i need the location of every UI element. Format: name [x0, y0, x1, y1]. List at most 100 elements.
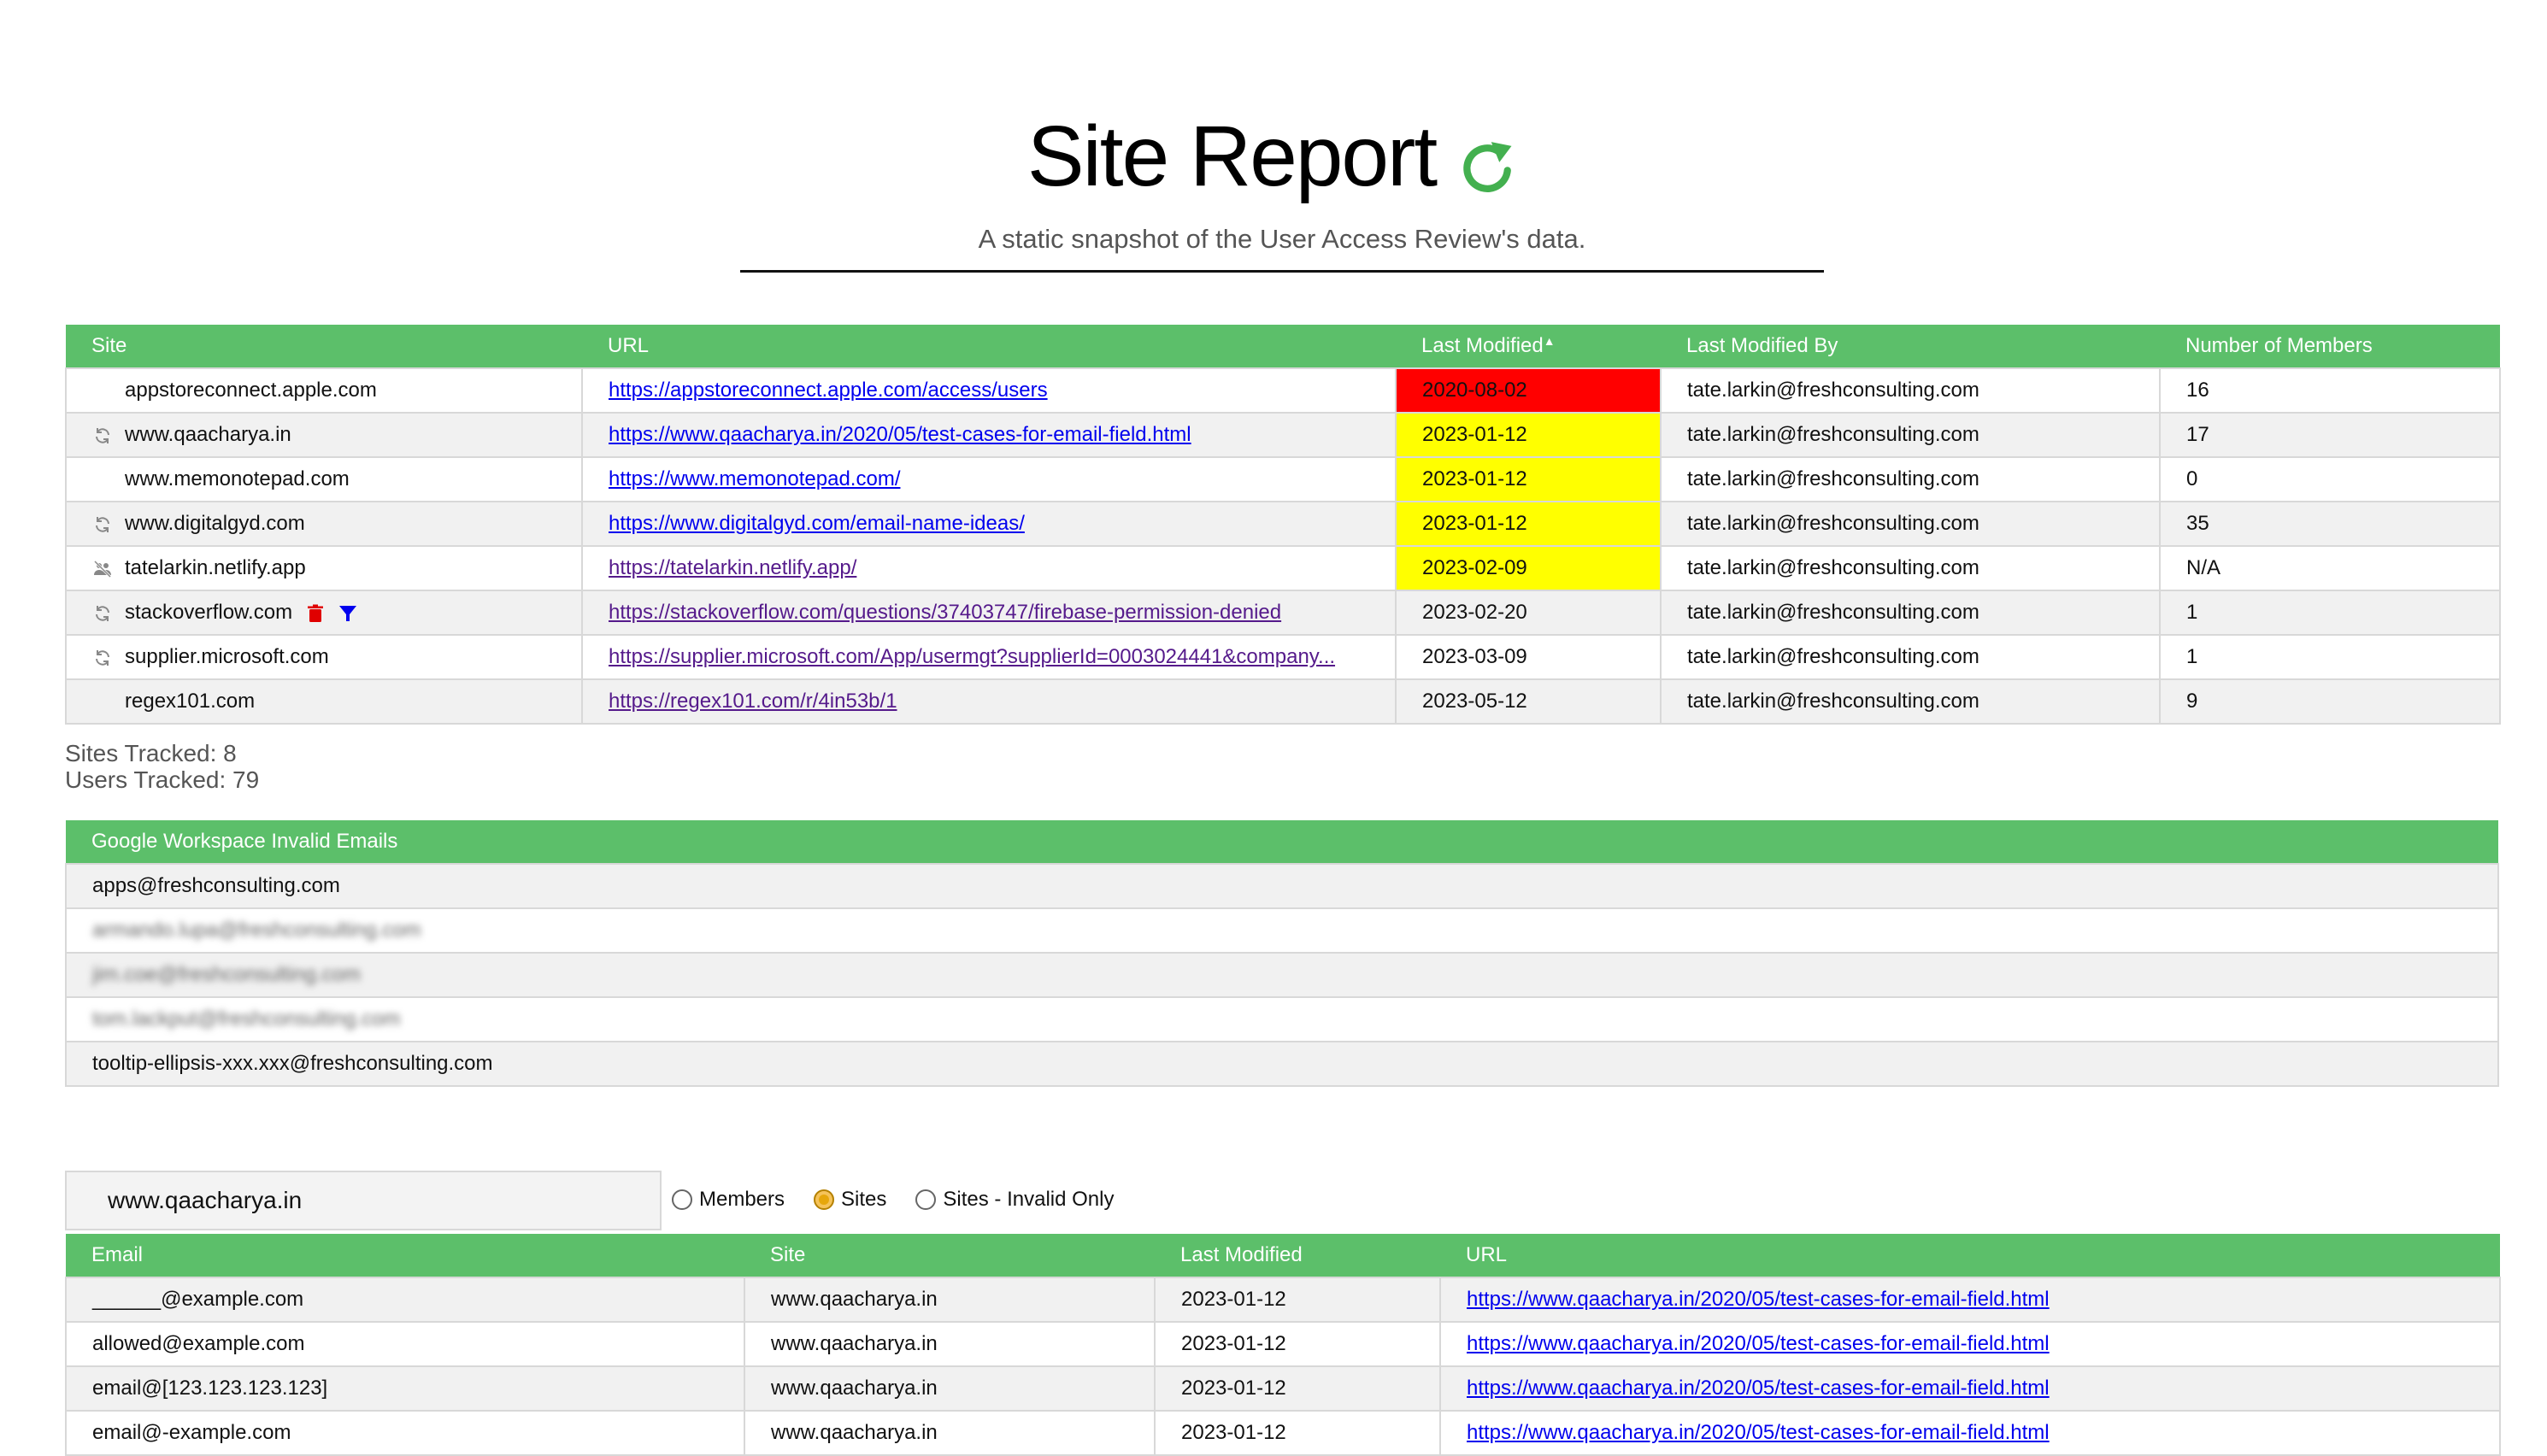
last-modified-cell: 2023-03-09 — [1395, 634, 1662, 680]
members-count-cell: 35 — [2159, 501, 2501, 547]
site-url-link[interactable]: https://tatelarkin.netlify.app/ — [609, 556, 856, 579]
redacted-email: jim.coe@freshconsulting.com — [92, 963, 361, 986]
site-cell: supplier.microsoft.com — [65, 634, 583, 680]
site-search-input[interactable] — [65, 1171, 662, 1230]
radio-circle[interactable] — [915, 1189, 937, 1210]
site-url-link[interactable]: https://stackoverflow.com/questions/3740… — [609, 601, 1281, 624]
url-cell: https://www.qaacharya.in/2020/05/test-ca… — [1439, 1277, 2501, 1323]
users-off-icon[interactable] — [92, 559, 113, 579]
radio-label: Members — [699, 1188, 785, 1211]
site-url-link[interactable]: https://www.memonotepad.com/ — [609, 467, 900, 490]
url-cell: https://www.qaacharya.in/2020/05/test-ca… — [1439, 1321, 2501, 1367]
invalid-email-redacted: jim.coe@freshconsulting.com — [65, 952, 2499, 998]
trash-icon[interactable] — [305, 603, 326, 624]
last-modified-cell: 2023-01-12 — [1395, 501, 1662, 547]
last-modified-cell: 2023-02-09 — [1395, 545, 1662, 591]
members-count-cell: N/A — [2159, 545, 2501, 591]
col-last-modified-label: Last Modified — [1421, 334, 1544, 357]
radio-sites-invalid-only[interactable]: Sites - Invalid Only — [915, 1188, 1114, 1212]
invalid-email-redacted: armando.lupa@freshconsulting.com — [65, 907, 2499, 954]
members-count-cell: 1 — [2159, 634, 2501, 680]
col-last-modified[interactable]: Last Modified▲ — [1396, 325, 1661, 368]
url-cell: https://tatelarkin.netlify.app/ — [581, 545, 1397, 591]
url-cell: https://www.qaacharya.in/2020/05/test-ca… — [1439, 1410, 2501, 1456]
site-url-link[interactable]: https://www.qaacharya.in/2020/05/test-ca… — [1467, 1377, 2050, 1400]
last-modified-cell: 2023-01-12 — [1395, 456, 1662, 502]
site-url-link[interactable]: https://www.qaacharya.in/2020/05/test-ca… — [1467, 1421, 2050, 1444]
site-url-link[interactable]: https://www.qaacharya.in/2020/05/test-ca… — [609, 423, 1191, 446]
col-last-modified-by[interactable]: Last Modified By — [1661, 325, 2160, 368]
site-cell: tatelarkin.netlify.app — [65, 545, 583, 591]
page-title: Site Report — [1026, 109, 1438, 204]
col-number-of-members[interactable]: Number of Members — [2160, 325, 2500, 368]
redacted-email: armando.lupa@freshconsulting.com — [92, 919, 421, 942]
col-url[interactable]: URL — [582, 325, 1396, 368]
sync-icon[interactable] — [92, 648, 113, 668]
col-last-modified[interactable]: Last Modified — [1155, 1234, 1440, 1277]
site-cell: appstoreconnect.apple.com — [65, 367, 583, 414]
site-url-link[interactable]: https://www.digitalgyd.com/email-name-id… — [609, 512, 1025, 535]
last-modified-by-cell: tate.larkin@freshconsulting.com — [1660, 501, 2161, 547]
last-modified-by-cell: tate.larkin@freshconsulting.com — [1660, 412, 2161, 458]
last-modified-by-cell: tate.larkin@freshconsulting.com — [1660, 367, 2161, 414]
col-email[interactable]: Email — [66, 1234, 744, 1277]
table-row: stackoverflow.com https://stackoverflow.… — [65, 590, 2501, 636]
col-site[interactable]: Site — [66, 325, 582, 368]
email-cell: email@-example.com — [65, 1410, 745, 1456]
site-cell: www.memonotepad.com — [65, 456, 583, 502]
sync-icon[interactable] — [92, 426, 113, 446]
radio-circle[interactable] — [672, 1189, 692, 1210]
invalid-email: apps@freshconsulting.com — [65, 863, 2499, 909]
site-name: regex101.com — [125, 690, 256, 713]
members-count-cell: 0 — [2159, 456, 2501, 502]
table-row: tom.lackput@freshconsulting.com — [65, 996, 2499, 1042]
sync-icon[interactable] — [92, 603, 113, 624]
filter-icon[interactable] — [338, 603, 358, 624]
site-name: supplier.microsoft.com — [125, 645, 329, 668]
site-cell: www.qaacharya.in — [65, 412, 583, 458]
table-row: supplier.microsoft.com https://supplier.… — [65, 634, 2501, 680]
url-cell: https://appstoreconnect.apple.com/access… — [581, 367, 1397, 414]
sync-icon[interactable] — [92, 514, 113, 535]
table-row: tooltip-ellipsis-xxx.xxx@freshconsulting… — [65, 1041, 2499, 1087]
radio-label: Sites — [841, 1188, 887, 1211]
table-row: ______@example.com www.qaacharya.in 2023… — [65, 1277, 2501, 1323]
site-url-link[interactable]: https://www.qaacharya.in/2020/05/test-ca… — [1467, 1288, 2050, 1311]
refresh-icon[interactable] — [1455, 136, 1520, 201]
site-cell: www.qaacharya.in — [744, 1410, 1156, 1456]
site-url-link[interactable]: https://regex101.com/r/4in53b/1 — [609, 690, 897, 713]
sites-table-header: Site URL Last Modified▲ Last Modified By… — [66, 325, 2500, 368]
site-name: www.memonotepad.com — [125, 467, 350, 490]
url-cell: https://www.qaacharya.in/2020/05/test-ca… — [581, 412, 1397, 458]
sites-tracked: Sites Tracked: 8 — [65, 740, 237, 766]
last-modified-by-cell: tate.larkin@freshconsulting.com — [1660, 545, 2161, 591]
col-site[interactable]: Site — [744, 1234, 1155, 1277]
users-tracked: Users Tracked: 79 — [65, 766, 260, 793]
table-row: tatelarkin.netlify.app https://tatelarki… — [65, 545, 2501, 591]
site-url-link[interactable]: https://www.qaacharya.in/2020/05/test-ca… — [1467, 1332, 2050, 1355]
site-cell: www.qaacharya.in — [744, 1365, 1156, 1412]
members-table: Email Site Last Modified URL ______@exam… — [65, 1234, 2501, 1456]
invalid-email: tooltip-ellipsis-xxx.xxx@freshconsulting… — [65, 1041, 2499, 1087]
site-url-link[interactable]: https://appstoreconnect.apple.com/access… — [609, 379, 1048, 402]
last-modified-cell: 2023-01-12 — [1395, 412, 1662, 458]
radio-label: Sites - Invalid Only — [943, 1188, 1115, 1211]
view-mode-radio-group: Members Sites Sites - Invalid Only — [672, 1188, 1114, 1212]
url-cell: https://regex101.com/r/4in53b/1 — [581, 678, 1397, 725]
site-url-link[interactable]: https://supplier.microsoft.com/App/userm… — [609, 645, 1335, 668]
last-modified-by-cell: tate.larkin@freshconsulting.com — [1660, 456, 2161, 502]
redacted-email: tom.lackput@freshconsulting.com — [92, 1007, 401, 1030]
url-cell: https://www.memonotepad.com/ — [581, 456, 1397, 502]
table-row: armando.lupa@freshconsulting.com — [65, 907, 2499, 954]
col-url[interactable]: URL — [1440, 1234, 2500, 1277]
site-name: www.digitalgyd.com — [125, 512, 305, 535]
members-count-cell: 16 — [2159, 367, 2501, 414]
radio-members[interactable]: Members — [672, 1188, 785, 1212]
radio-sites[interactable]: Sites — [814, 1188, 886, 1212]
last-modified-cell: 2023-01-12 — [1154, 1365, 1441, 1412]
invalid-email-redacted: tom.lackput@freshconsulting.com — [65, 996, 2499, 1042]
site-name: stackoverflow.com — [125, 601, 293, 624]
site-cell: regex101.com — [65, 678, 583, 725]
radio-circle-selected[interactable] — [814, 1189, 835, 1210]
last-modified-by-cell: tate.larkin@freshconsulting.com — [1660, 678, 2161, 725]
